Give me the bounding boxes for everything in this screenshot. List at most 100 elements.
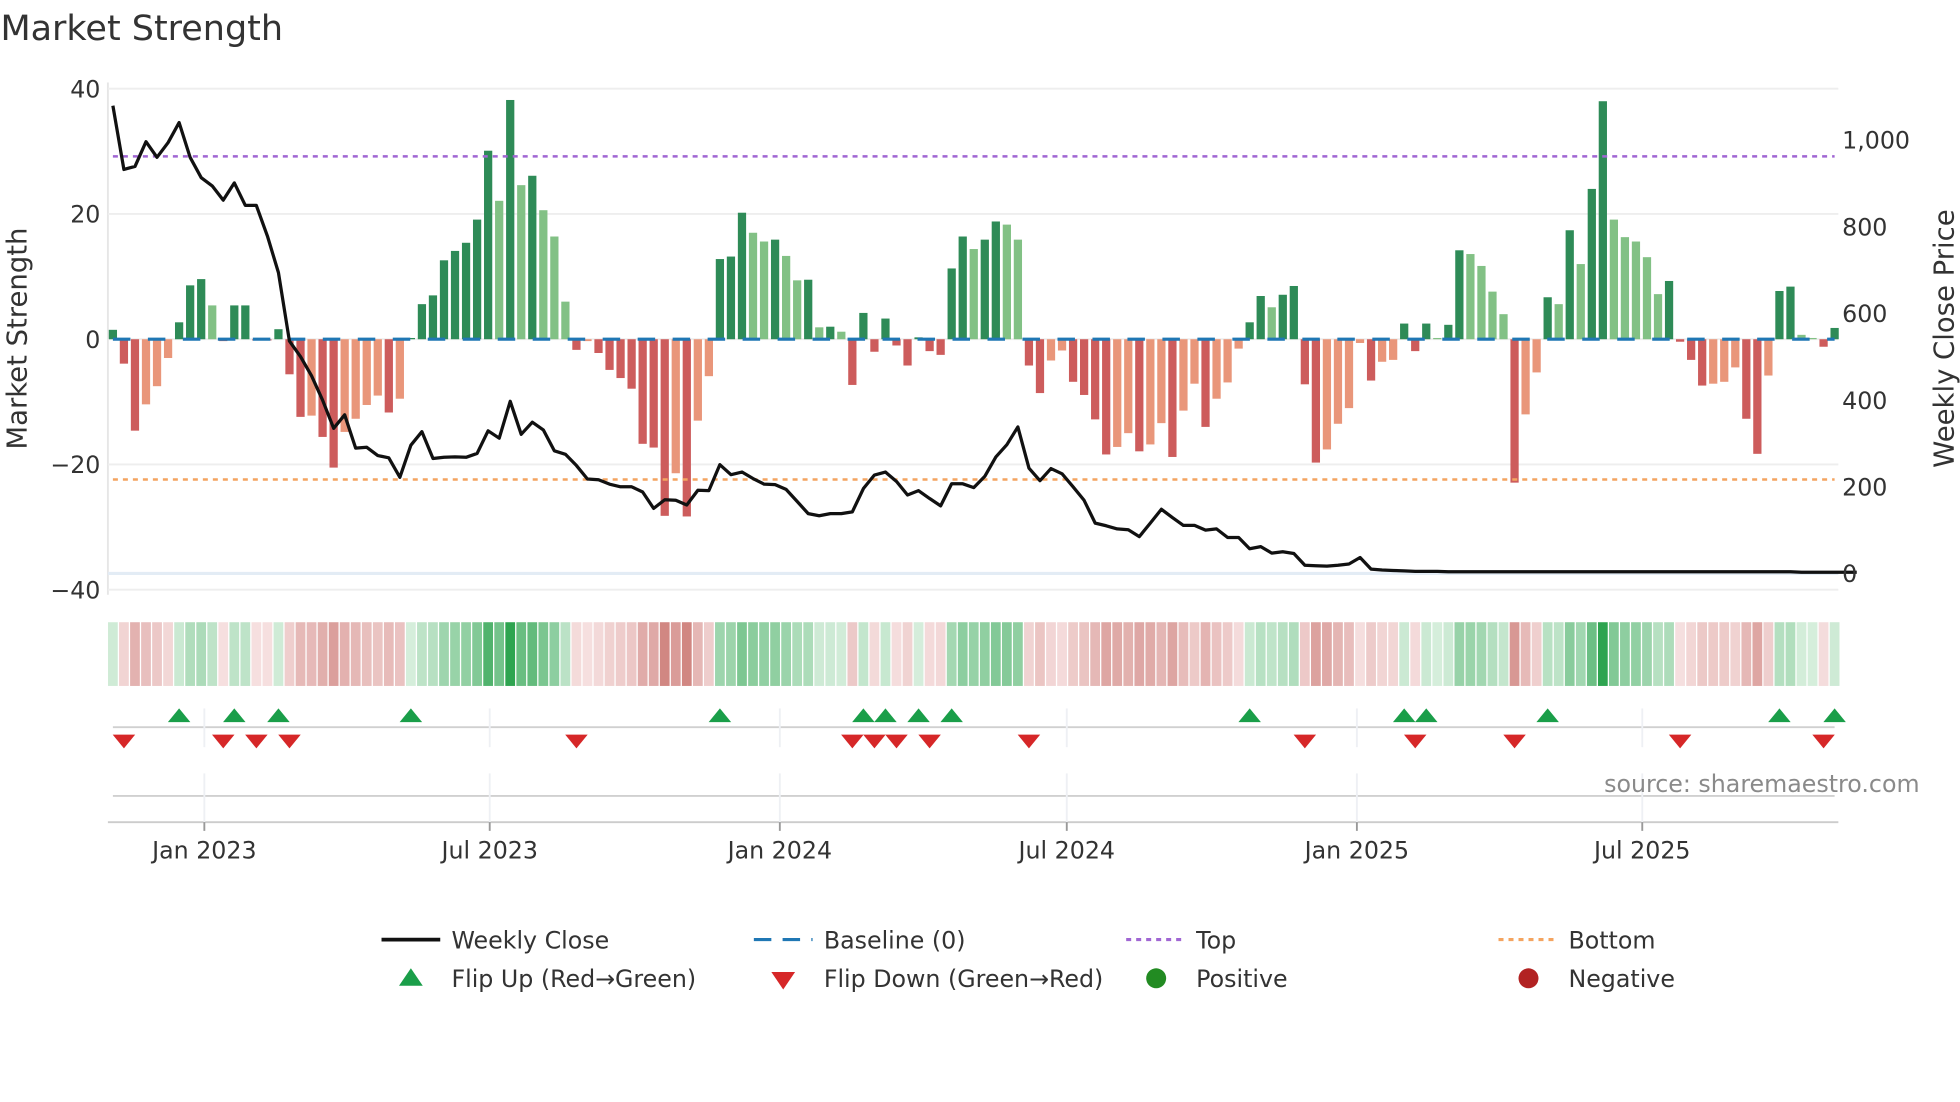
strip-cell-negative bbox=[648, 622, 659, 686]
legend-negative[interactable]: Negative bbox=[1518, 965, 1675, 993]
strip-cell-negative bbox=[1344, 622, 1354, 686]
strip-cell-negative bbox=[383, 622, 394, 686]
strength-bar bbox=[770, 239, 780, 340]
strip-cell-negative bbox=[339, 622, 350, 686]
strip-cell-positive bbox=[1774, 622, 1785, 686]
strip-cell-positive bbox=[1597, 622, 1608, 686]
flip-up-marker bbox=[399, 708, 423, 723]
strip-cell-negative bbox=[1752, 622, 1763, 686]
strength-bar bbox=[1675, 339, 1685, 342]
flip-up-marker bbox=[267, 708, 290, 723]
strip-cell-negative bbox=[582, 622, 593, 686]
strip-cell-negative bbox=[163, 622, 173, 686]
strength-bar bbox=[1565, 230, 1574, 340]
strength-bar bbox=[163, 339, 173, 359]
strength-bar bbox=[1477, 265, 1486, 340]
flip-up-marker bbox=[874, 708, 897, 723]
flip-up-marker bbox=[1392, 708, 1416, 723]
legend-bottom[interactable]: Bottom bbox=[1498, 926, 1656, 954]
strength-bar bbox=[1091, 339, 1100, 420]
strip-cell-positive bbox=[748, 622, 758, 686]
strength-bar bbox=[627, 339, 636, 389]
strip-cell-positive bbox=[1266, 622, 1277, 686]
strength-bar bbox=[1731, 339, 1740, 368]
strength-bar bbox=[649, 339, 658, 448]
strength-bar bbox=[1664, 280, 1674, 340]
strength-bar bbox=[461, 242, 471, 340]
strength-bar bbox=[804, 279, 813, 340]
strip-cell-positive bbox=[461, 622, 471, 686]
strip-cell-negative bbox=[593, 622, 604, 686]
strength-heat-strip bbox=[108, 622, 1840, 686]
legend-baseline[interactable]: Baseline (0) bbox=[753, 926, 966, 954]
flip-up-marker bbox=[223, 708, 246, 723]
strength-bar bbox=[837, 331, 846, 340]
strip-cell-negative bbox=[1311, 622, 1321, 686]
strip-cell-negative bbox=[1178, 622, 1189, 686]
strip-cell-positive bbox=[715, 622, 725, 686]
strength-bar bbox=[1642, 257, 1652, 340]
x-tick-label: Jan 2024 bbox=[726, 836, 832, 864]
strip-cell-positive bbox=[1277, 622, 1288, 686]
y-tick-label: 20 bbox=[70, 201, 100, 229]
legend-flip-up[interactable]: Flip Up (Red→Green) bbox=[399, 965, 696, 993]
legend-flip-down[interactable]: Flip Down (Green→Red) bbox=[771, 965, 1103, 993]
strip-cell-negative bbox=[1818, 622, 1829, 686]
strip-cell-negative bbox=[1090, 622, 1101, 686]
strength-bar bbox=[1433, 337, 1442, 340]
strength-bar bbox=[539, 210, 548, 340]
legend-label: Baseline (0) bbox=[824, 926, 966, 954]
strip-cell-positive bbox=[726, 622, 736, 686]
strip-cell-negative bbox=[902, 622, 913, 686]
strip-cell-negative bbox=[1708, 622, 1719, 686]
strength-bar bbox=[1411, 339, 1420, 352]
strip-cell-negative bbox=[130, 622, 140, 686]
strip-cell-positive bbox=[946, 622, 957, 686]
strip-cell-positive bbox=[428, 622, 438, 686]
strip-cell-positive bbox=[1807, 622, 1818, 686]
strip-cell-positive bbox=[1586, 622, 1597, 686]
x-tick-label: Jul 2023 bbox=[439, 836, 538, 864]
strip-cell-negative bbox=[361, 622, 372, 686]
strip-cell-positive bbox=[957, 622, 968, 686]
strength-bar bbox=[936, 339, 945, 355]
strength-bar bbox=[1775, 290, 1784, 340]
strength-bar bbox=[1201, 339, 1210, 427]
strip-cell-negative bbox=[251, 622, 262, 686]
strip-cell-positive bbox=[505, 622, 516, 686]
strip-cell-negative bbox=[704, 622, 714, 686]
strength-bar bbox=[1278, 294, 1287, 340]
strip-cell-negative bbox=[1531, 622, 1542, 686]
axis-ticks: 40200−20−4002004006008001,000Jan 2023 Jul… bbox=[50, 75, 1910, 864]
strength-bar bbox=[1079, 339, 1089, 395]
strength-bar bbox=[1057, 339, 1067, 351]
strength-bar bbox=[141, 339, 151, 405]
strength-bar bbox=[174, 322, 184, 340]
strip-cell-positive bbox=[1642, 622, 1652, 686]
y-tick-label: −20 bbox=[50, 451, 100, 479]
strip-cell-positive bbox=[880, 622, 891, 686]
strip-cell-negative bbox=[1333, 622, 1343, 686]
strip-cell-positive bbox=[1001, 622, 1012, 686]
strength-bar bbox=[1046, 339, 1056, 361]
strength-bar bbox=[1267, 307, 1276, 340]
chart-title: Market Strength bbox=[0, 9, 283, 49]
strength-bar bbox=[793, 280, 802, 340]
flip-up-marker bbox=[1823, 708, 1846, 723]
strip-cell-negative bbox=[1697, 622, 1708, 686]
strength-bar bbox=[1598, 101, 1607, 340]
strength-bar bbox=[870, 339, 879, 352]
strip-cell-positive bbox=[1465, 622, 1476, 686]
strength-bar bbox=[1333, 339, 1343, 424]
strength-bar bbox=[1300, 339, 1309, 385]
flip-up-marker bbox=[167, 708, 191, 723]
legend-weekly-close[interactable]: Weekly Close bbox=[381, 926, 610, 954]
strength-bar bbox=[318, 339, 327, 437]
strength-bar bbox=[373, 339, 382, 396]
flip-up-marker bbox=[907, 708, 930, 723]
legend-positive[interactable]: Positive bbox=[1146, 965, 1288, 993]
strip-cell-negative bbox=[1211, 622, 1222, 686]
legend-label: Flip Up (Red→Green) bbox=[451, 965, 696, 993]
flip-down-marker bbox=[1503, 734, 1526, 749]
legend-top[interactable]: Top bbox=[1126, 926, 1236, 954]
